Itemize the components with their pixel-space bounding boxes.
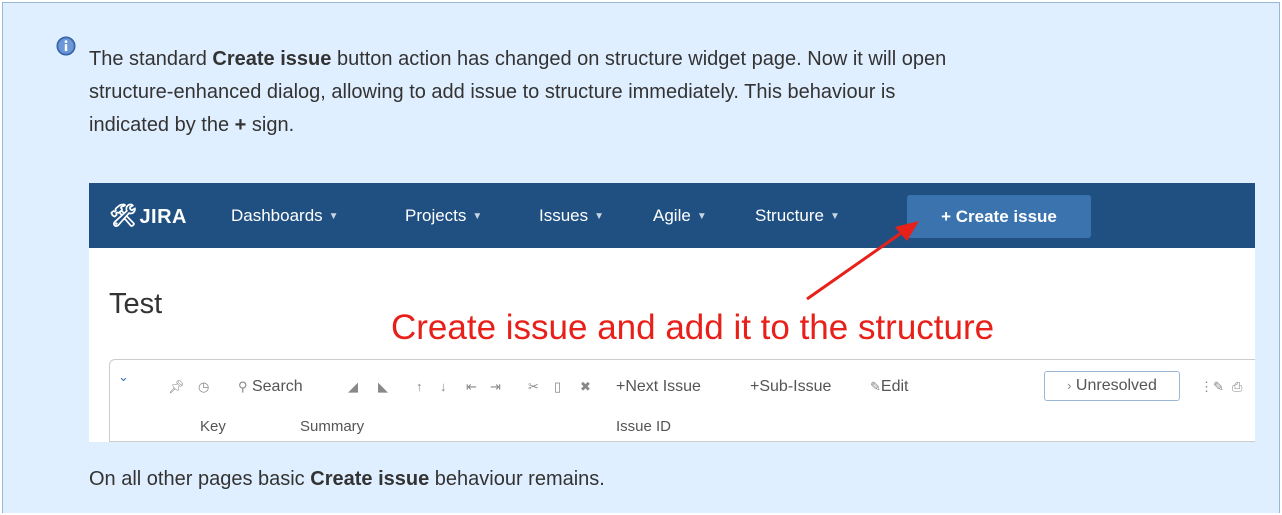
create-issue-emphasis: Create issue	[212, 48, 332, 70]
info-text: The standard Create issue button action …	[89, 43, 1249, 142]
pencil-icon: ✎	[870, 379, 881, 394]
paste-icon[interactable]: ▯	[554, 376, 561, 398]
outdent-icon[interactable]: ⇤	[466, 376, 477, 398]
unresolved-label: Unresolved	[1075, 377, 1157, 394]
info-line-2: structure-enhanced dialog, allowing to a…	[89, 81, 896, 103]
move-up-icon[interactable]: ↑	[416, 376, 423, 398]
edit-label: Edit	[880, 378, 909, 395]
move-right-icon[interactable]: ◣	[378, 376, 388, 398]
remove-icon[interactable]: ✖	[580, 376, 591, 398]
plus-sign-emphasis: +	[234, 114, 247, 136]
info-line-3-end: sign.	[246, 114, 295, 136]
collapse-chevron-icon[interactable]: ⌄	[118, 366, 129, 388]
search-button[interactable]: ⚲︎ Search	[238, 376, 303, 398]
sub-issue-button[interactable]: +Sub-Issue	[750, 376, 831, 398]
indent-icon[interactable]: ⇥	[490, 376, 501, 398]
info-line-3-start: indicated by the	[89, 114, 235, 136]
jira-screenshot: 🛠︎ JIRA Dashboards ▼ Projects ▼ Issues ▼ Agi…	[89, 183, 1255, 442]
edit-columns-icon[interactable]: ⋮✎	[1200, 376, 1224, 398]
info-line-1: The standard Create issue button action …	[89, 43, 1249, 76]
move-left-icon[interactable]: ◢	[348, 376, 358, 398]
info-icon	[56, 36, 76, 56]
search-label: Search	[251, 378, 303, 395]
column-header-summary[interactable]: Summary	[300, 418, 364, 435]
chevron-right-icon: ›	[1067, 378, 1072, 393]
footer-text-end: behaviour remains.	[429, 468, 605, 490]
search-icon: ⚲︎	[238, 379, 248, 394]
column-header-key[interactable]: Key	[200, 418, 226, 435]
info-panel: The standard Create issue button action …	[2, 2, 1280, 513]
unresolved-filter-button[interactable]: › Unresolved	[1044, 371, 1180, 401]
structure-widget: ⌄ 📌︎ ◷ ⚲︎ Search ◢ ◣ ↑ ↓ ⇤ ⇥ ✂ ▯ ✖ +Next…	[109, 359, 1255, 442]
pin-icon[interactable]: 📌︎	[168, 376, 185, 398]
info-line-3: indicated by the + sign.	[89, 109, 1249, 142]
info-line-1-end: button action has changed on structure w…	[331, 48, 947, 70]
footer-text-start: On all other pages basic	[89, 468, 311, 490]
cut-icon[interactable]: ✂	[528, 376, 539, 398]
clock-icon[interactable]: ◷	[198, 376, 209, 398]
footer-create-issue-emphasis: Create issue	[310, 468, 430, 490]
move-down-icon[interactable]: ↓	[440, 376, 447, 398]
next-issue-button[interactable]: +Next Issue	[616, 376, 701, 398]
edit-button[interactable]: ✎Edit	[870, 376, 908, 398]
info-line-1-start: The standard	[89, 48, 213, 70]
print-icon[interactable]: ⎙	[1232, 376, 1242, 398]
column-header-issue-id[interactable]: Issue ID	[616, 418, 671, 435]
footer-text: On all other pages basic Create issue be…	[89, 464, 605, 494]
